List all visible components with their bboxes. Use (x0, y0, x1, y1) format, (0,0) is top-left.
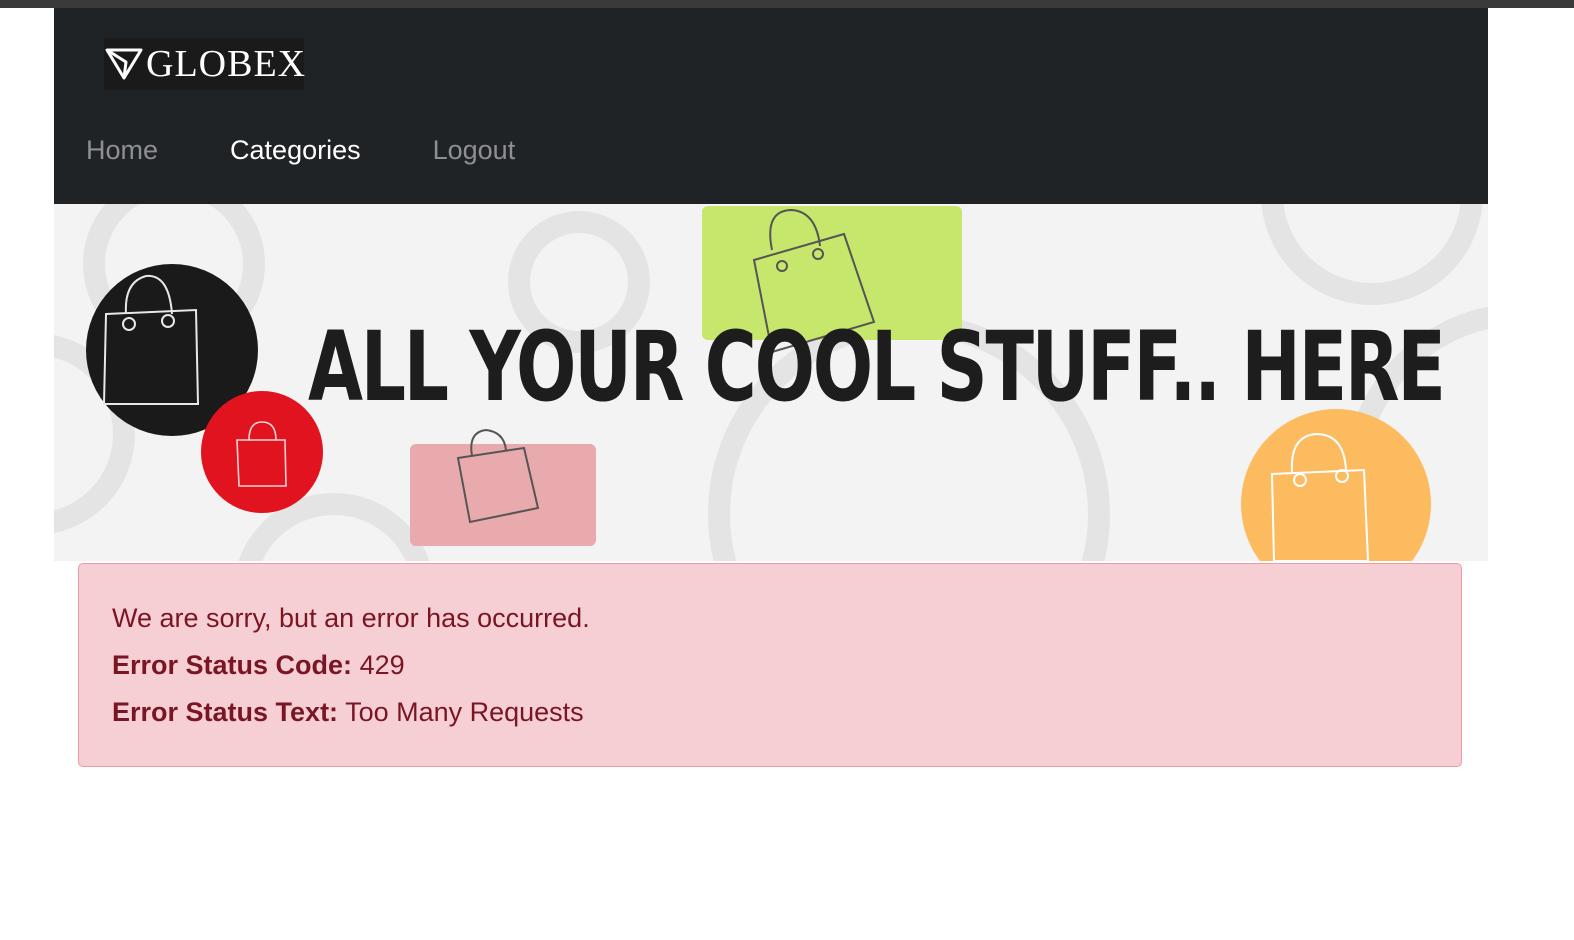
brand-name: GLOBEX (146, 43, 307, 85)
hero-banner: ALL YOUR COOL STUFF.. HERE (54, 204, 1488, 561)
error-status-code-line: Error Status Code: 429 (112, 649, 1428, 682)
error-status-text-value: Too Many Requests (345, 697, 584, 727)
red-circle-shape (201, 391, 323, 513)
app-container: GLOBEX Home Categories Logout ALL YOUR C… (54, 8, 1488, 767)
pink-rect-shape (410, 444, 596, 546)
nav-categories-link[interactable]: Categories (230, 130, 361, 170)
navbar: GLOBEX Home Categories Logout (54, 8, 1488, 204)
hero-title: ALL YOUR COOL STUFF.. HERE (308, 311, 1446, 423)
nav-home-link[interactable]: Home (86, 130, 158, 170)
error-status-text-line: Error Status Text: Too Many Requests (112, 696, 1428, 729)
orange-circle-shape (1241, 409, 1431, 561)
browser-top-strip (0, 0, 1574, 8)
error-status-code-label: Error Status Code: (112, 650, 353, 680)
paper-plane-icon (104, 42, 144, 87)
main-nav: Home Categories Logout (86, 130, 587, 170)
nav-logout-link[interactable]: Logout (433, 130, 516, 170)
error-alert: We are sorry, but an error has occurred.… (78, 563, 1462, 767)
error-status-code-value: 429 (359, 650, 405, 680)
error-status-text-label: Error Status Text: (112, 697, 339, 727)
brand-logo-link[interactable]: GLOBEX (104, 38, 307, 90)
error-message: We are sorry, but an error has occurred. (112, 603, 590, 633)
